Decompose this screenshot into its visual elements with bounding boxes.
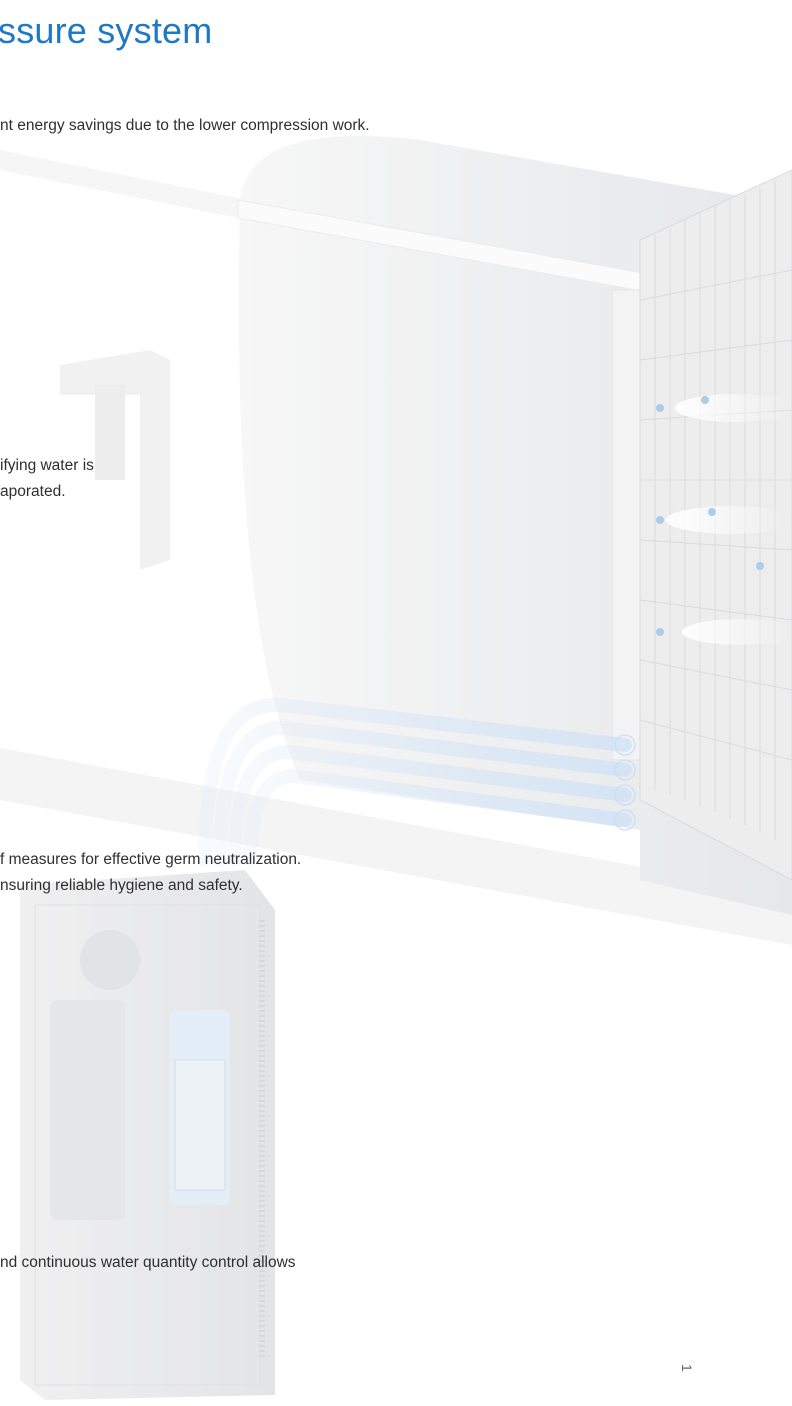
water-quantity-control-text: nd continuous water quantity control all… [0, 1254, 296, 1271]
brochure-page: ssure system nt energy savings due to th… [0, 0, 792, 1406]
humidifying-water-text-line2: aporated. [0, 483, 66, 500]
humidifying-water-text-line1: ifying water is [0, 457, 94, 474]
page-title: ssure system [0, 10, 213, 51]
germ-neutralization-text-line1: f measures for effective germ neutraliza… [0, 851, 302, 868]
background-illustration [0, 136, 792, 1400]
energy-savings-text: nt energy savings due to the lower compr… [0, 117, 370, 134]
page-number: 1 [679, 1364, 695, 1372]
pump-cabinet [20, 870, 275, 1400]
germ-neutralization-text-line2: nsuring reliable hygiene and safety. [0, 877, 243, 894]
